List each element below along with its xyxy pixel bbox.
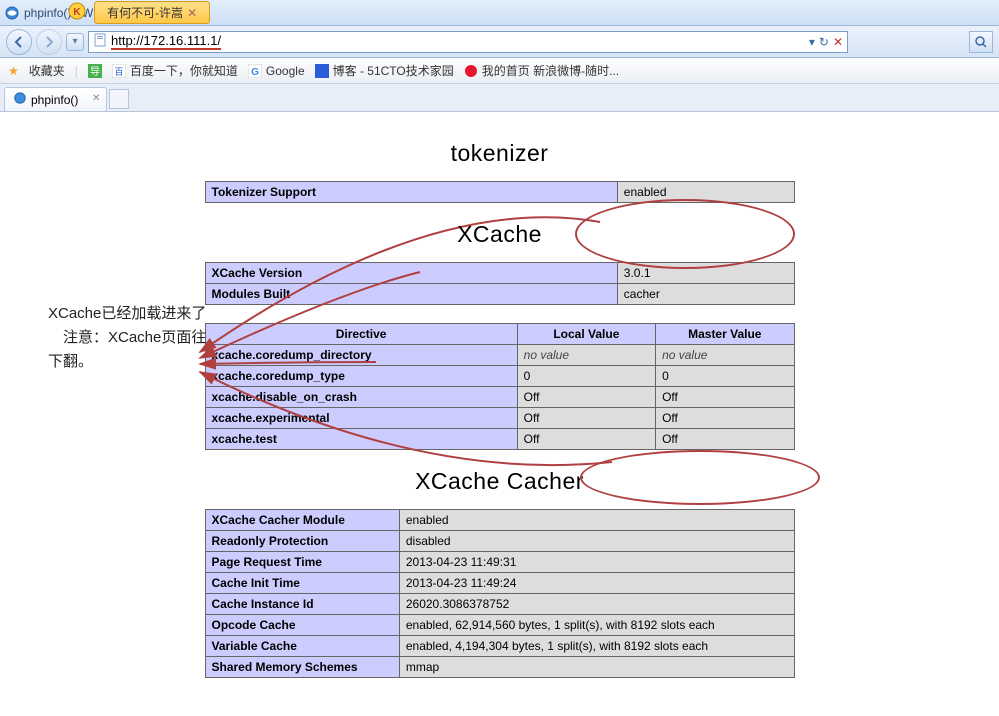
xcache-directives-table: Directive Local Value Master Value xcach… [205, 323, 795, 450]
table-row: XCache Cacher Moduleenabled [205, 510, 794, 531]
music-tab-label: 有何不可-许嵩 [107, 4, 183, 21]
bookmark-google[interactable]: G Google [248, 64, 305, 78]
svg-text:百: 百 [114, 67, 123, 77]
favorites-label[interactable]: 收藏夹 [29, 62, 65, 79]
new-tab-button[interactable] [109, 89, 129, 109]
tokenizer-table: Tokenizer Support enabled [205, 181, 795, 203]
tab-close-icon[interactable]: ✕ [187, 6, 197, 20]
table-row: Readonly Protectiondisabled [205, 531, 794, 552]
table-row: xcache.coredump_directoryno valueno valu… [205, 345, 794, 366]
tab-bar: phpinfo() ✕ [0, 84, 999, 112]
bookmark-hao123[interactable]: 导 [88, 64, 102, 78]
table-row: Cache Init Time2013-04-23 11:49:24 [205, 573, 794, 594]
table-row: Tokenizer Support enabled [205, 182, 794, 203]
table-row: XCache Version3.0.1 [205, 263, 794, 284]
forward-button[interactable] [36, 29, 62, 55]
table-row: Opcode Cacheenabled, 62,914,560 bytes, 1… [205, 615, 794, 636]
window-titlebar: phpinfo() - Windows Inter K 有何不可-许嵩 ✕ [0, 0, 999, 26]
svg-text:K: K [73, 7, 81, 18]
table-row: Cache Instance Id26020.3086378752 [205, 594, 794, 615]
bookmark-51cto[interactable]: 博客 - 51CTO技术家园 [315, 62, 454, 79]
refresh-icon[interactable]: ↻ [819, 35, 829, 49]
table-row: xcache.experimentalOffOff [205, 408, 794, 429]
ie-icon [13, 91, 27, 108]
url-dropdown-icon[interactable]: ▾ [809, 35, 815, 49]
kugou-icon: K [68, 2, 86, 23]
favorites-bar: ★ 收藏夹 | 导 百 百度一下，你就知道 G Google 博客 - 51CT… [0, 58, 999, 84]
table-row: xcache.coredump_type00 [205, 366, 794, 387]
search-button[interactable] [969, 31, 993, 53]
xcache-version-table: XCache Version3.0.1 Modules Builtcacher [205, 262, 795, 305]
section-xcache-cacher-title: XCache Cacher [20, 468, 979, 495]
svg-text:导: 导 [90, 66, 100, 78]
url-text[interactable]: http://172.16.111.1/ [111, 33, 221, 50]
page-content: XCache已经加载进来了 注意：XCache页面往下翻。 tokenizer … [0, 112, 999, 716]
section-xcache-title: XCache [20, 221, 979, 248]
table-row: Variable Cacheenabled, 4,194,304 bytes, … [205, 636, 794, 657]
annotation-text: XCache已经加载进来了 注意：XCache页面往下翻。 [48, 302, 208, 374]
stop-icon[interactable]: ✕ [833, 35, 843, 49]
table-row: Shared Memory Schemesmmap [205, 657, 794, 678]
url-field-wrapper[interactable]: http://172.16.111.1/ ▾ ↻ ✕ [88, 31, 848, 53]
history-dropdown[interactable]: ▾ [66, 33, 84, 51]
favorites-star-icon[interactable]: ★ [8, 64, 19, 78]
bookmark-weibo[interactable]: 我的首页 新浪微博-随时... [464, 62, 619, 79]
table-row: xcache.testOffOff [205, 429, 794, 450]
ie-icon [4, 5, 20, 21]
page-icon [93, 33, 107, 50]
table-row: Page Request Time2013-04-23 11:49:31 [205, 552, 794, 573]
tab-close-icon[interactable]: ✕ [92, 93, 100, 104]
table-header-row: Directive Local Value Master Value [205, 324, 794, 345]
table-row: Modules Builtcacher [205, 284, 794, 305]
section-tokenizer-title: tokenizer [20, 140, 979, 167]
table-row: xcache.disable_on_crashOffOff [205, 387, 794, 408]
bookmark-baidu[interactable]: 百 百度一下，你就知道 [112, 62, 238, 79]
address-bar: ▾ http://172.16.111.1/ ▾ ↻ ✕ [0, 26, 999, 58]
tab-phpinfo[interactable]: phpinfo() ✕ [4, 87, 107, 111]
svg-text:G: G [251, 67, 259, 78]
tab-label: phpinfo() [31, 93, 78, 107]
music-tab[interactable]: 有何不可-许嵩 ✕ [94, 1, 210, 24]
xcache-cacher-table: XCache Cacher ModuleenabledReadonly Prot… [205, 509, 795, 678]
back-button[interactable] [6, 29, 32, 55]
